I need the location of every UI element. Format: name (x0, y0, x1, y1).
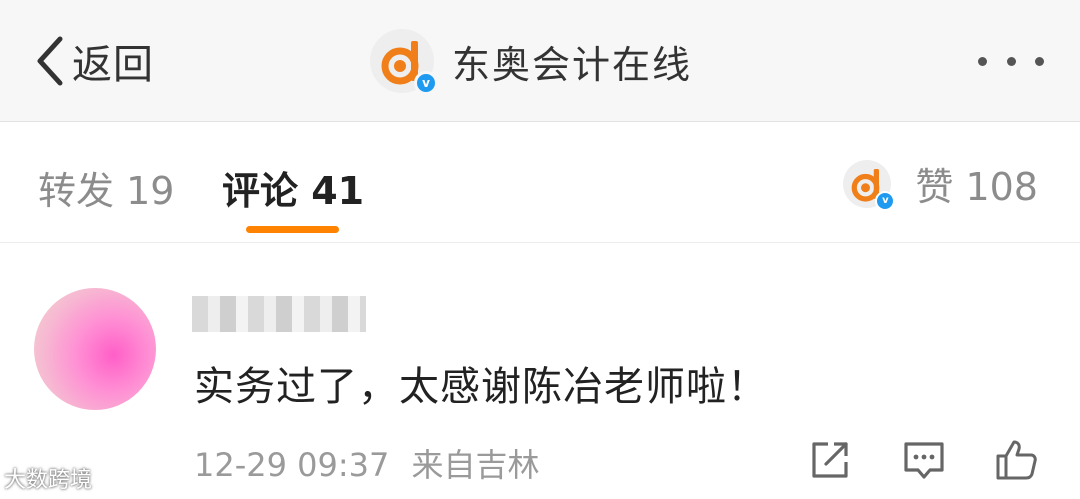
back-label: 返回 (72, 42, 154, 88)
verified-badge-icon: v (414, 71, 438, 95)
more-button[interactable] (978, 50, 1044, 72)
commenter-avatar[interactable] (34, 288, 156, 410)
comment-source: 来自吉林 (411, 446, 540, 484)
comment-time: 12-29 09:37 (194, 446, 390, 484)
account-logo[interactable]: v (370, 29, 438, 95)
back-button[interactable]: 返回 (30, 30, 154, 92)
tab-comment[interactable]: 评论 41 (222, 160, 364, 215)
account-name[interactable]: 东奥会计在线 (452, 34, 692, 89)
top-navbar: 返回 v 东奥会计在线 (0, 0, 1080, 122)
likes-count: 赞 108 (915, 165, 1038, 209)
post-tabs: 转发 19 评论 41 v 赞 108 (0, 122, 1080, 243)
account-header[interactable]: v 东奥会计在线 (370, 28, 692, 95)
more-dots-icon (1006, 56, 1016, 66)
comment-meta: 12-29 09:37 来自吉林 (194, 440, 540, 486)
tab-likes[interactable]: v 赞 108 (843, 156, 1038, 211)
more-dots-icon (978, 56, 987, 66)
liker-avatar: v (843, 159, 896, 211)
comment-text: 实务过了，太感谢陈冶老师啦！ (194, 364, 768, 410)
watermark-logo: 大数跨境 (4, 468, 93, 493)
verified-badge-icon: v (875, 190, 896, 211)
thumbs-up-icon[interactable] (992, 436, 1040, 484)
share-icon[interactable] (806, 436, 854, 484)
chevron-left-icon (37, 36, 63, 86)
reply-icon[interactable] (900, 436, 948, 484)
tab-repost[interactable]: 转发 19 (38, 160, 174, 215)
commenter-name-blurred[interactable] (192, 296, 366, 332)
active-tab-indicator (246, 226, 339, 233)
more-dots-icon (1035, 56, 1044, 66)
